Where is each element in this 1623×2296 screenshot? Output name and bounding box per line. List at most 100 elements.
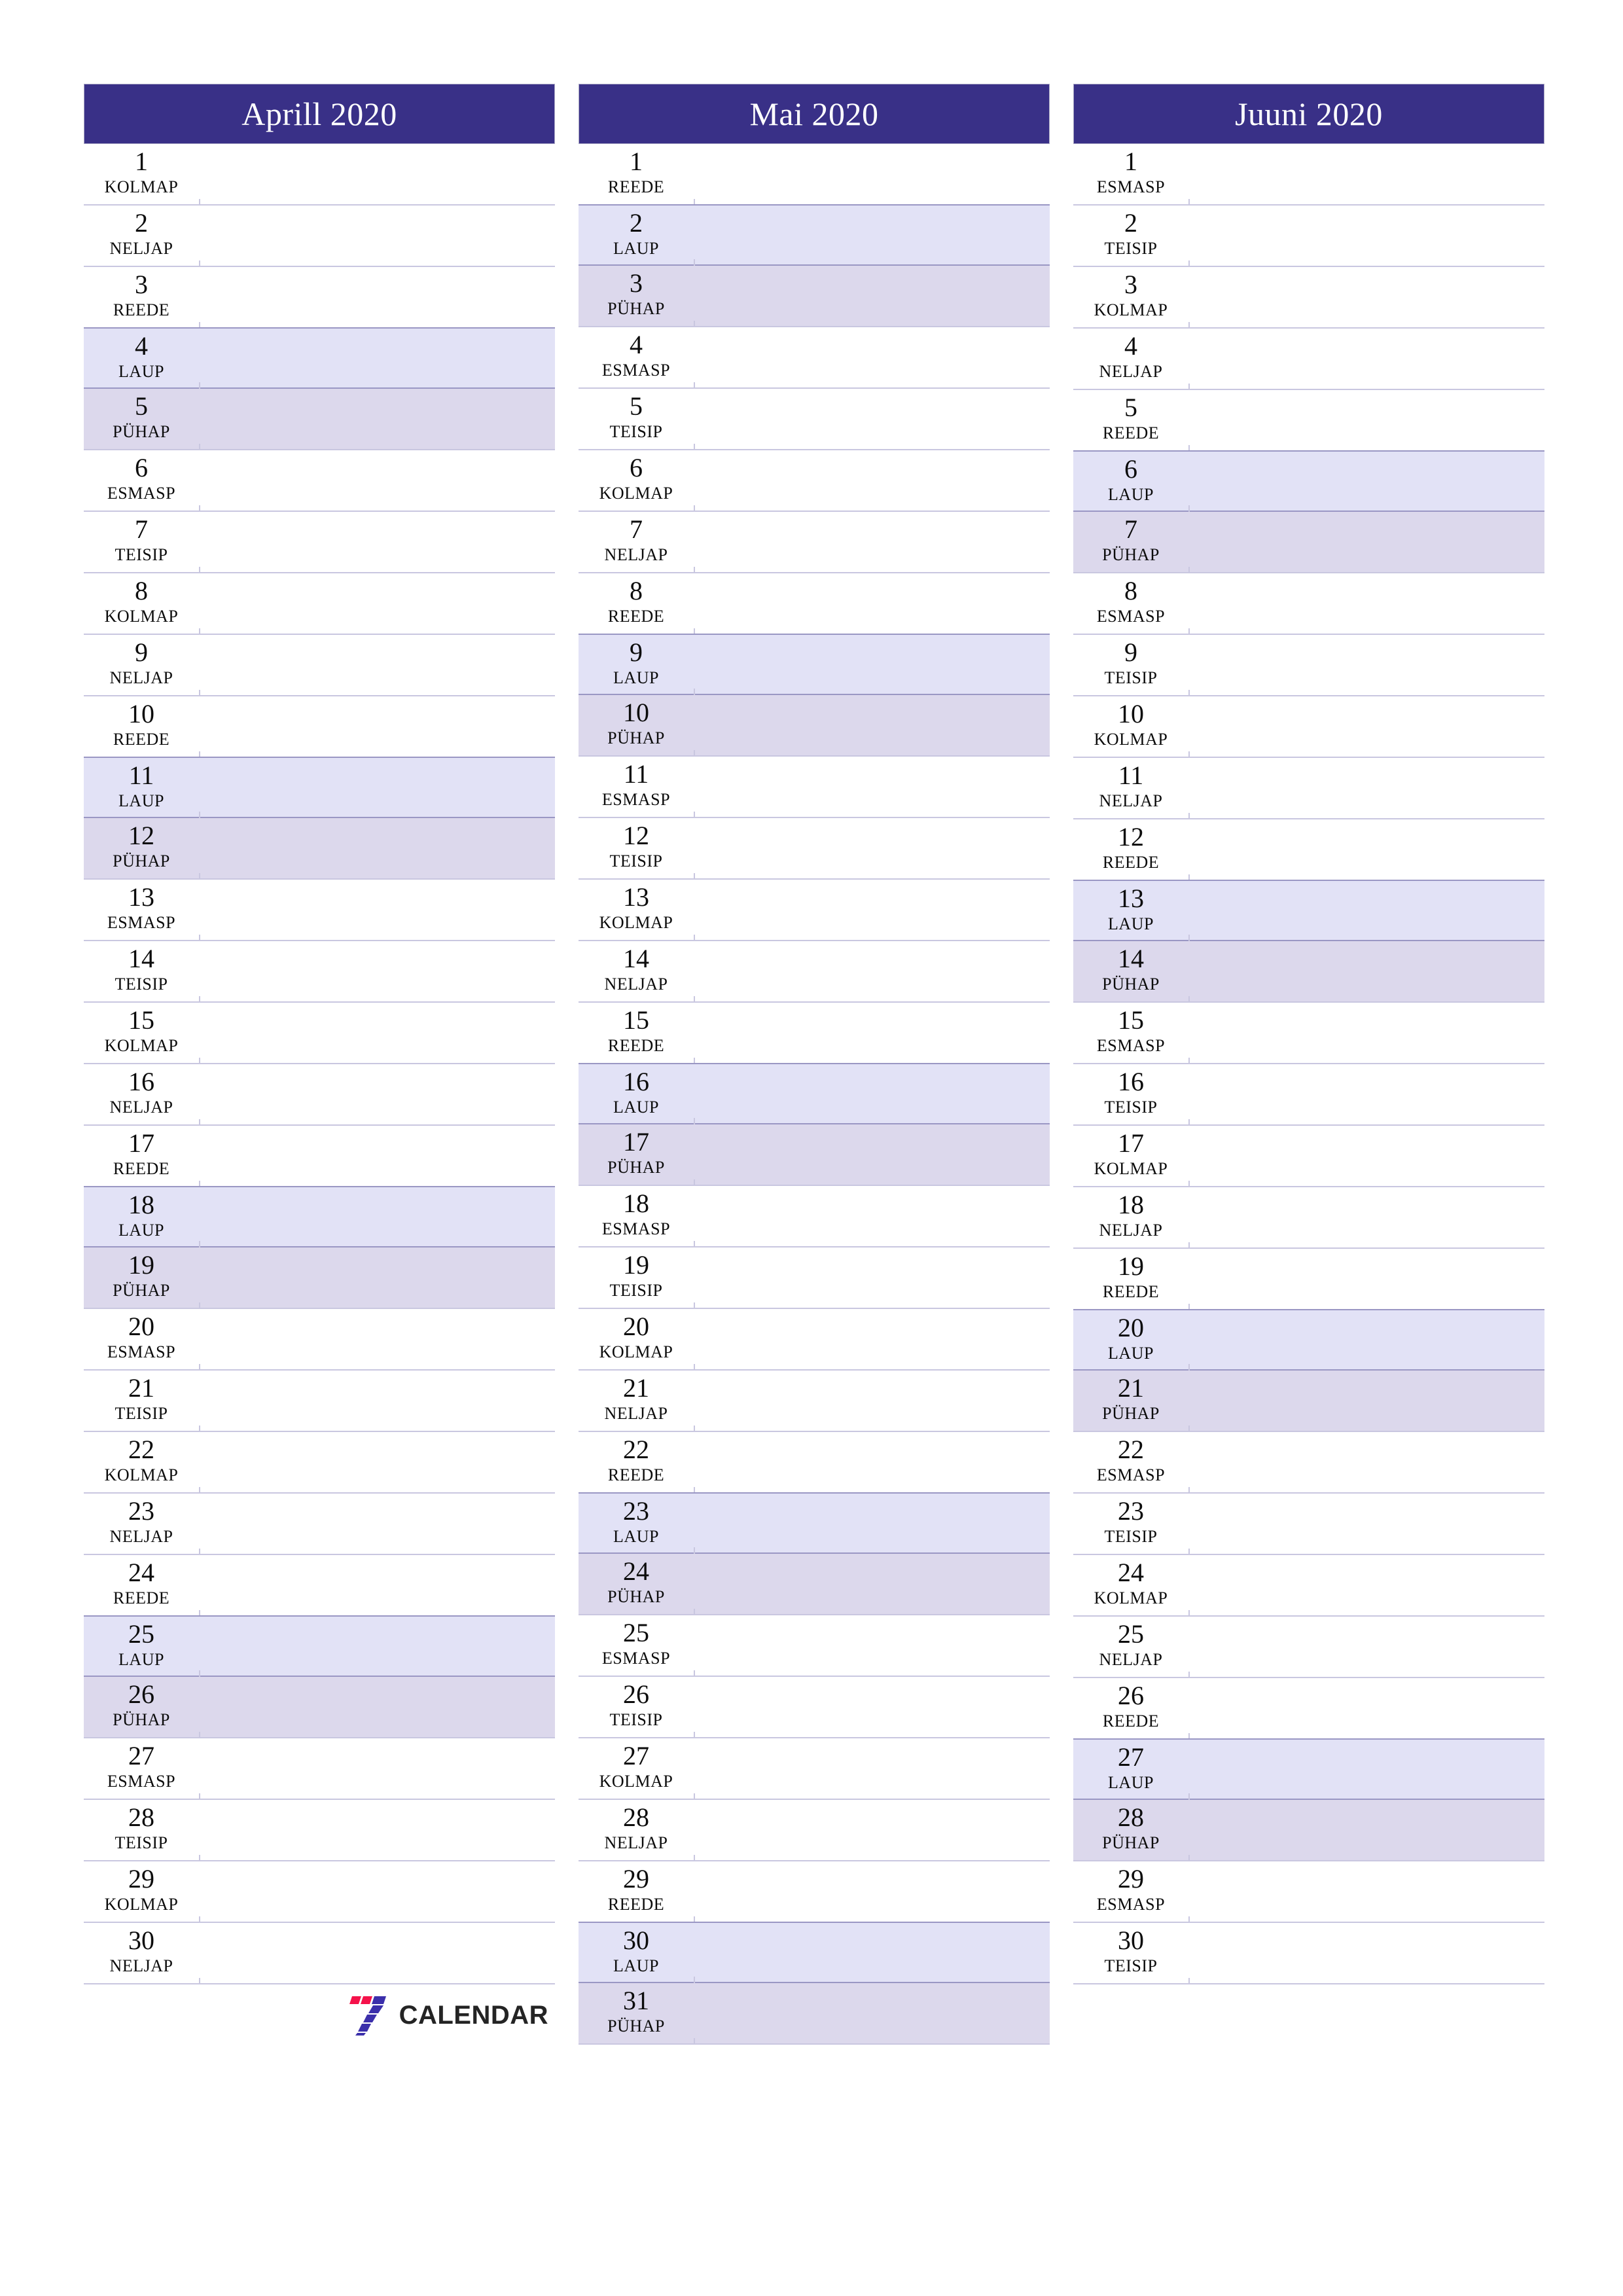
day-row[interactable]: 20 LAUP [1073,1309,1544,1371]
day-row[interactable]: 6 ESMASP [84,450,555,512]
day-row[interactable]: 28 NELJAP [579,1800,1050,1861]
day-row[interactable]: 30 TEISIP [1073,1923,1544,1984]
weekday-label: ESMASP [1096,1036,1166,1055]
day-row[interactable]: 26 REEDE [1073,1678,1544,1740]
day-row[interactable]: 24 KOLMAP [1073,1555,1544,1617]
day-row[interactable]: 31 PÜHAP [579,1983,1050,2045]
day-row[interactable]: 11 NELJAP [1073,758,1544,819]
day-row[interactable]: 15 ESMASP [1073,1003,1544,1064]
day-row[interactable]: 12 PÜHAP [84,818,555,880]
day-row[interactable]: 4 NELJAP [1073,329,1544,390]
day-row[interactable]: 9 TEISIP [1073,635,1544,696]
day-row[interactable]: 6 LAUP [1073,450,1544,512]
day-row[interactable]: 27 KOLMAP [579,1738,1050,1800]
day-row[interactable]: 11 LAUP [84,757,555,818]
day-row[interactable]: 30 LAUP [579,1922,1050,1983]
day-row[interactable]: 22 KOLMAP [84,1432,555,1494]
day-row[interactable]: 9 NELJAP [84,635,555,696]
day-row[interactable]: 21 NELJAP [579,1371,1050,1432]
day-row[interactable]: 23 TEISIP [1073,1494,1544,1555]
day-list: 1 ESMASP 2 TEISIP 3 KOLMAP 4 NELJAP 5 REEDE 6 LAUP 7… [1073,144,1544,1984]
day-row[interactable]: 4 LAUP [84,327,555,389]
day-row[interactable]: 8 KOLMAP [84,573,555,635]
day-row[interactable]: 29 KOLMAP [84,1861,555,1923]
day-row[interactable]: 28 TEISIP [84,1800,555,1861]
day-row[interactable]: 16 TEISIP [1073,1064,1544,1126]
day-row[interactable]: 29 REEDE [579,1861,1050,1923]
day-row[interactable]: 4 ESMASP [579,327,1050,389]
day-row[interactable]: 30 NELJAP [84,1923,555,1984]
day-row[interactable]: 25 ESMASP [579,1615,1050,1677]
day-row[interactable]: 26 TEISIP [579,1677,1050,1738]
day-row[interactable]: 14 PÜHAP [1073,941,1544,1003]
day-row[interactable]: 8 ESMASP [1073,573,1544,635]
day-row[interactable]: 24 PÜHAP [579,1554,1050,1615]
day-row[interactable]: 25 LAUP [84,1615,555,1677]
day-row[interactable]: 5 TEISIP [579,389,1050,450]
day-row[interactable]: 6 KOLMAP [579,450,1050,512]
day-row[interactable]: 21 PÜHAP [1073,1371,1544,1432]
day-row[interactable]: 1 KOLMAP [84,144,555,206]
day-row[interactable]: 19 REEDE [1073,1249,1544,1310]
day-row[interactable]: 23 LAUP [579,1492,1050,1554]
day-row[interactable]: 19 TEISIP [579,1247,1050,1309]
day-row[interactable]: 2 LAUP [579,204,1050,266]
day-row[interactable]: 21 TEISIP [84,1371,555,1432]
day-row[interactable]: 25 NELJAP [1073,1617,1544,1678]
day-row[interactable]: 10 PÜHAP [579,695,1050,757]
day-row[interactable]: 20 ESMASP [84,1309,555,1371]
day-row[interactable]: 7 TEISIP [84,512,555,573]
day-row[interactable]: 15 KOLMAP [84,1003,555,1064]
day-row[interactable]: 19 PÜHAP [84,1247,555,1309]
day-row[interactable]: 17 PÜHAP [579,1124,1050,1186]
day-row[interactable]: 24 REEDE [84,1555,555,1617]
day-row[interactable]: 17 KOLMAP [1073,1126,1544,1187]
day-row[interactable]: 18 LAUP [84,1186,555,1247]
day-row[interactable]: 12 TEISIP [579,818,1050,880]
day-row[interactable]: 28 PÜHAP [1073,1800,1544,1861]
day-row[interactable]: 27 ESMASP [84,1738,555,1800]
day-row[interactable]: 1 ESMASP [1073,144,1544,206]
day-row[interactable]: 7 PÜHAP [1073,512,1544,573]
day-row[interactable]: 12 REEDE [1073,819,1544,881]
day-row[interactable]: 23 NELJAP [84,1494,555,1555]
day-row[interactable]: 14 TEISIP [84,941,555,1003]
day-row[interactable]: 22 ESMASP [1073,1432,1544,1494]
day-row[interactable]: 3 KOLMAP [1073,267,1544,329]
day-row[interactable]: 1 REEDE [579,144,1050,206]
weekday-label: PÜHAP [607,728,665,747]
day-row[interactable]: 15 REEDE [579,1003,1050,1064]
day-number: 9 [630,637,643,667]
day-row[interactable]: 16 LAUP [579,1063,1050,1124]
day-row[interactable]: 13 ESMASP [84,880,555,941]
day-row[interactable]: 3 REEDE [84,267,555,329]
day-row[interactable]: 17 REEDE [84,1126,555,1187]
day-row[interactable]: 18 ESMASP [579,1186,1050,1247]
date-gutter-divider [199,935,200,941]
day-number: 16 [1118,1067,1144,1096]
day-row[interactable]: 2 TEISIP [1073,206,1544,267]
date-gutter-divider [199,628,200,635]
day-row[interactable]: 9 LAUP [579,634,1050,695]
day-row[interactable]: 14 NELJAP [579,941,1050,1003]
date-gutter-divider [694,1302,695,1309]
day-row[interactable]: 27 LAUP [1073,1738,1544,1800]
day-row[interactable]: 7 NELJAP [579,512,1050,573]
day-row[interactable]: 22 REEDE [579,1432,1050,1494]
day-row[interactable]: 8 REEDE [579,573,1050,635]
day-row[interactable]: 16 NELJAP [84,1064,555,1126]
day-row[interactable]: 11 ESMASP [579,757,1050,818]
day-row[interactable]: 13 KOLMAP [579,880,1050,941]
day-row[interactable]: 10 KOLMAP [1073,696,1544,758]
day-row[interactable]: 5 PÜHAP [84,389,555,450]
month-column: Juuni 2020 1 ESMASP 2 TEISIP 3 KOLMAP 4 NELJAP 5 R… [1073,84,1544,2046]
day-row[interactable]: 29 ESMASP [1073,1861,1544,1923]
day-row[interactable]: 10 REEDE [84,696,555,758]
day-row[interactable]: 13 LAUP [1073,880,1544,941]
day-row[interactable]: 5 REEDE [1073,390,1544,452]
day-row[interactable]: 2 NELJAP [84,206,555,267]
day-row[interactable]: 20 KOLMAP [579,1309,1050,1371]
day-row[interactable]: 26 PÜHAP [84,1677,555,1738]
day-row[interactable]: 18 NELJAP [1073,1187,1544,1249]
day-row[interactable]: 3 PÜHAP [579,266,1050,327]
